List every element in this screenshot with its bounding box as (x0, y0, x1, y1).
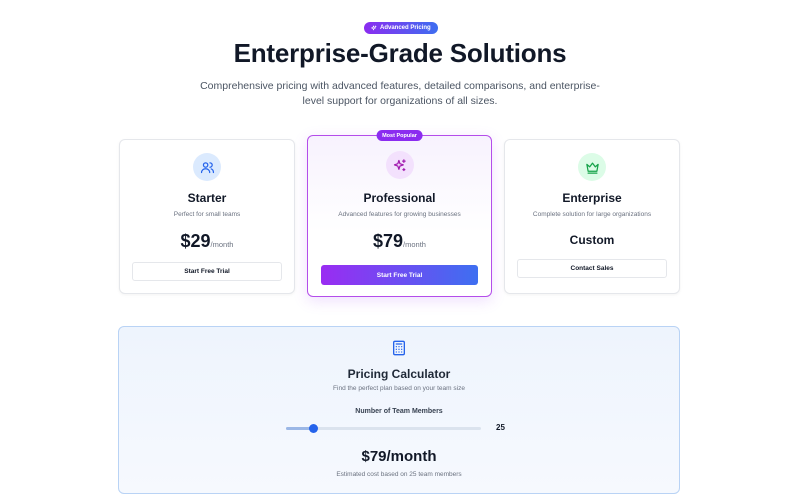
plan-name: Starter (187, 191, 227, 205)
start-free-trial-button[interactable]: Start Free Trial (321, 265, 478, 285)
plan-name: Enterprise (562, 191, 622, 205)
plan-price: Custom (505, 233, 679, 247)
contact-sales-button[interactable]: Contact Sales (517, 259, 667, 278)
advanced-pricing-badge: Advanced Pricing (364, 22, 438, 34)
calculator-title: Pricing Calculator (347, 367, 451, 381)
plan-description: Complete solution for large organization… (532, 211, 652, 218)
crown-icon (578, 153, 606, 181)
plan-card-starter: Starter Perfect for small teams $29/mont… (119, 139, 295, 294)
estimated-price: $79/month (361, 448, 437, 465)
users-icon (193, 153, 221, 181)
calculator-description: Find the perfect plan based on your team… (333, 385, 465, 392)
plan-description: Advanced features for growing businesses (338, 211, 461, 218)
price-amount: $79 (373, 231, 404, 251)
calculator-icon (393, 340, 405, 356)
plan-price: $29/month (120, 231, 294, 252)
team-members-label: Number of Team Members (355, 408, 443, 415)
sparkles-icon (371, 25, 377, 30)
plan-card-enterprise: Enterprise Complete solution for large o… (504, 139, 680, 294)
pricing-page: Advanced Pricing Enterprise-Grade Soluti… (0, 0, 800, 500)
page-title: Enterprise-Grade Solutions (233, 38, 567, 68)
price-period: /month (210, 240, 234, 249)
start-free-trial-button[interactable]: Start Free Trial (132, 262, 282, 281)
price-period: /month (403, 240, 426, 249)
plan-description: Perfect for small teams (173, 211, 241, 218)
page-subtitle: Comprehensive pricing with advanced feat… (200, 80, 600, 107)
team-size-slider[interactable] (286, 424, 481, 433)
slider-handle[interactable] (308, 424, 318, 433)
pricing-calculator: Pricing Calculator Find the perfect plan… (118, 326, 680, 494)
badge-label: Advanced Pricing (380, 25, 431, 31)
price-amount: Custom (569, 233, 615, 247)
plan-card-professional: Most Popular Professional Advanced featu… (307, 130, 492, 297)
plan-name: Professional (363, 191, 436, 205)
price-amount: $29 (180, 231, 211, 251)
plan-price: $79/month (308, 231, 491, 252)
team-members-value: 25 (496, 423, 505, 432)
estimate-note: Estimated cost based on 25 team members (336, 471, 462, 478)
most-popular-badge: Most Popular (376, 130, 423, 141)
sparkles-icon (385, 151, 414, 179)
